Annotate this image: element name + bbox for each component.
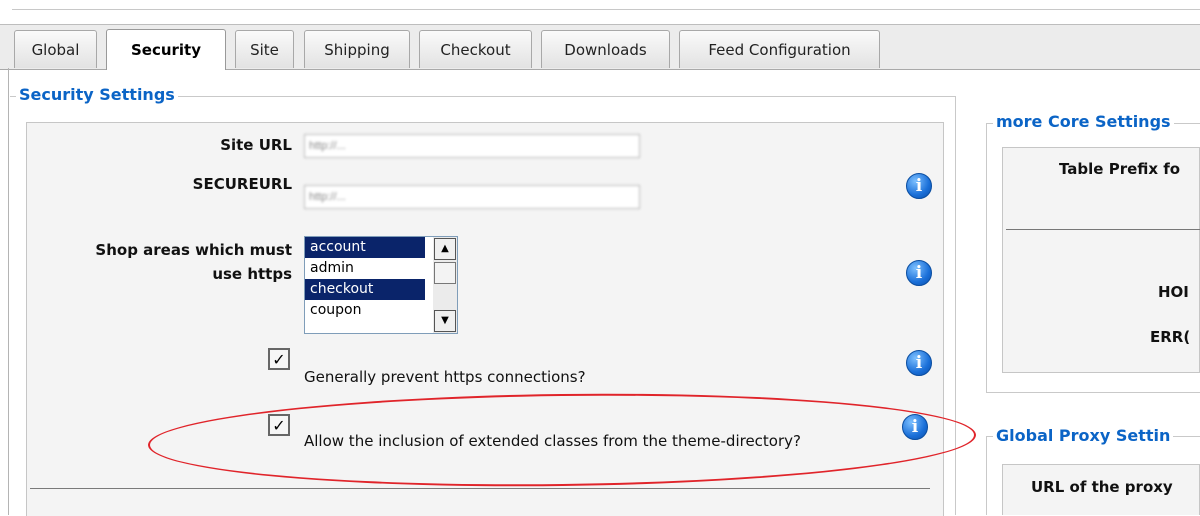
list-option-checkout[interactable]: checkout (305, 279, 425, 300)
tab-feed-configuration[interactable]: Feed Configuration (679, 30, 880, 68)
tab-label: Security (130, 41, 202, 59)
site-url-label: Site URL (220, 136, 292, 154)
proxy-settings-legend: Global Proxy Settin (993, 426, 1174, 445)
scrollbar-thumb[interactable] (434, 262, 456, 284)
tab-bar: Global Security Site Shipping Checkout D… (0, 24, 1200, 70)
secure-url-label: SECUREURL (192, 175, 292, 193)
info-icon[interactable]: i (906, 260, 932, 286)
arrow-down-icon[interactable]: ▼ (434, 310, 456, 332)
hom-label: HOI (1158, 283, 1189, 301)
arrow-up-icon[interactable]: ▲ (434, 238, 456, 260)
checkmark-icon: ✓ (272, 349, 286, 369)
section-divider (30, 488, 930, 489)
core-fieldset-border-bottom (986, 392, 1200, 393)
shop-areas-label-line1: Shop areas which must (95, 241, 292, 259)
core-divider (1006, 229, 1200, 230)
info-icon[interactable]: i (906, 173, 932, 199)
top-divider (12, 9, 1200, 10)
shop-areas-listbox[interactable]: account admin checkout coupon ▲ ▼ (304, 236, 458, 334)
shop-areas-label: Shop areas which must use https (40, 238, 292, 286)
security-settings-legend: Security Settings (16, 85, 178, 104)
proxy-url-label: URL of the proxy (1031, 478, 1173, 496)
tab-label: Site (250, 40, 279, 59)
tab-label: Checkout (440, 40, 511, 59)
prevent-https-label: Generally prevent https connections? (304, 368, 586, 386)
proxy-fieldset-border-left (986, 436, 987, 515)
listbox-scrollbar[interactable]: ▲ ▼ (433, 237, 457, 333)
tab-label: Downloads (564, 40, 647, 59)
list-option-coupon[interactable]: coupon (305, 300, 425, 321)
site-url-input[interactable] (304, 134, 640, 158)
table-prefix-label: Table Prefix fo (1059, 160, 1181, 178)
prevent-https-checkbox[interactable]: ✓ (268, 348, 290, 370)
tab-checkout[interactable]: Checkout (419, 30, 532, 68)
tab-security[interactable]: Security (106, 29, 226, 70)
tab-site[interactable]: Site (235, 30, 294, 68)
tab-label: Feed Configuration (708, 40, 851, 59)
secure-url-input[interactable] (304, 185, 640, 209)
tab-label: Global (31, 40, 80, 59)
tab-global[interactable]: Global (14, 30, 97, 68)
core-fieldset-border-left (986, 123, 987, 393)
tab-label: Shipping (324, 40, 390, 59)
tab-downloads[interactable]: Downloads (541, 30, 670, 68)
err-label: ERR( (1150, 328, 1191, 346)
fieldset-border-right (955, 96, 956, 515)
info-icon[interactable]: i (906, 350, 932, 376)
shop-areas-label-line2: use https (212, 265, 292, 283)
core-settings-legend: more Core Settings (993, 112, 1174, 131)
list-option-account[interactable]: account (305, 237, 425, 258)
list-option-admin[interactable]: admin (305, 258, 425, 279)
tab-shipping[interactable]: Shipping (304, 30, 410, 68)
